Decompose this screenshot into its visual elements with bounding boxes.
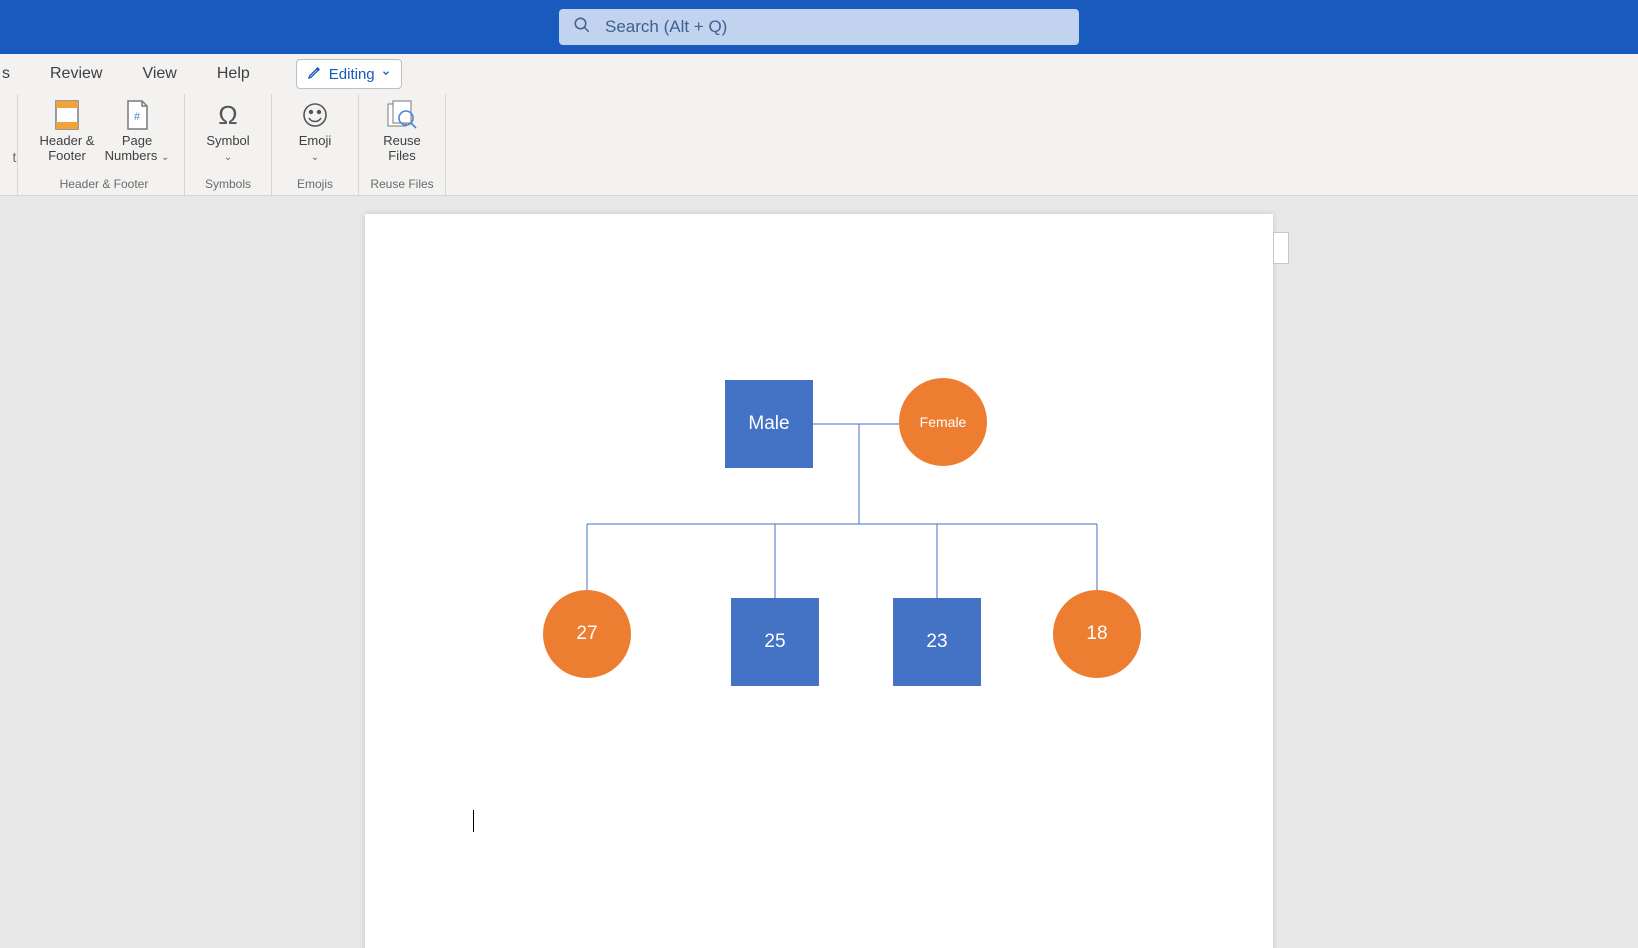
reuse-files-icon — [386, 98, 418, 132]
omega-icon: Ω — [218, 98, 237, 132]
editing-mode-button[interactable]: Editing — [296, 59, 402, 89]
document-page[interactable]: Male Female 27 25 23 18 — [365, 214, 1273, 948]
group-emojis-label: Emojis — [272, 177, 358, 193]
diagram-node-female-label: Female — [920, 414, 967, 430]
tab-view[interactable]: View — [138, 61, 180, 87]
tab-help[interactable]: Help — [213, 61, 254, 87]
emoji-icon — [301, 98, 329, 132]
diagram-node-27-label: 27 — [576, 623, 597, 645]
group-symbols: Ω Symbol ⌄ Symbols — [185, 94, 272, 195]
diagram-node-18[interactable]: 18 — [1053, 590, 1141, 678]
cmd-reuse-files-label: Reuse Files — [369, 134, 435, 164]
diagram-node-23-label: 23 — [926, 631, 947, 653]
document-area[interactable]: Male Female 27 25 23 18 — [0, 196, 1638, 948]
cmd-emoji-label: Emoji — [299, 133, 332, 148]
title-bar — [0, 0, 1638, 54]
cmd-emoji[interactable]: Emoji ⌄ — [282, 98, 348, 164]
chevron-down-icon: ⌄ — [161, 152, 169, 163]
group-reuse-files-label: Reuse Files — [359, 177, 445, 193]
text-cursor — [473, 810, 474, 832]
cmd-header-footer[interactable]: Header & Footer — [34, 98, 100, 164]
diagram-canvas[interactable]: Male Female 27 25 23 18 — [365, 214, 1273, 914]
cmd-header-footer-label: Header & Footer — [34, 134, 100, 164]
group-header-footer: Header & Footer # Page Numbers ⌄ Header … — [24, 94, 185, 195]
ribbon-tabs: s Review View Help Editing — [0, 54, 1638, 94]
tab-partial[interactable]: s — [0, 61, 14, 87]
search-box[interactable] — [559, 9, 1079, 45]
diagram-connectors — [365, 214, 1273, 914]
page-side-tab[interactable] — [1273, 232, 1289, 264]
cmd-page-numbers-label: Page Numbers — [105, 133, 158, 163]
diagram-node-23[interactable]: 23 — [893, 598, 981, 686]
diagram-node-male[interactable]: Male — [725, 380, 813, 468]
cmd-symbol-label: Symbol — [206, 133, 249, 148]
chevron-down-icon: ⌄ — [224, 152, 232, 163]
tab-review[interactable]: Review — [46, 61, 106, 87]
svg-text:#: # — [134, 111, 141, 123]
group-header-footer-label: Header & Footer — [24, 177, 184, 193]
pen-icon — [307, 64, 323, 84]
editing-label: Editing — [329, 66, 375, 83]
diagram-node-25[interactable]: 25 — [731, 598, 819, 686]
diagram-node-25-label: 25 — [764, 631, 785, 653]
ribbon-left-edge: t — [12, 94, 18, 195]
cmd-reuse-files[interactable]: Reuse Files — [369, 98, 435, 164]
group-reuse-files: Reuse Files Reuse Files — [359, 94, 446, 195]
diagram-node-18-label: 18 — [1086, 623, 1107, 645]
cmd-page-numbers[interactable]: # Page Numbers ⌄ — [104, 98, 170, 164]
chevron-down-icon: ⌄ — [311, 152, 319, 163]
page-numbers-icon: # — [123, 98, 151, 132]
group-symbols-label: Symbols — [185, 177, 271, 193]
diagram-node-male-label: Male — [748, 413, 789, 435]
search-input[interactable] — [605, 17, 1065, 37]
chevron-down-icon — [381, 68, 391, 81]
search-icon — [573, 16, 591, 39]
ribbon-commands: t Header & Footer # Page Numbers ⌄ Heade… — [0, 94, 1638, 196]
diagram-node-female[interactable]: Female — [899, 378, 987, 466]
group-emojis: Emoji ⌄ Emojis — [272, 94, 359, 195]
cmd-symbol[interactable]: Ω Symbol ⌄ — [195, 98, 261, 164]
diagram-node-27[interactable]: 27 — [543, 590, 631, 678]
header-footer-icon — [53, 98, 81, 132]
